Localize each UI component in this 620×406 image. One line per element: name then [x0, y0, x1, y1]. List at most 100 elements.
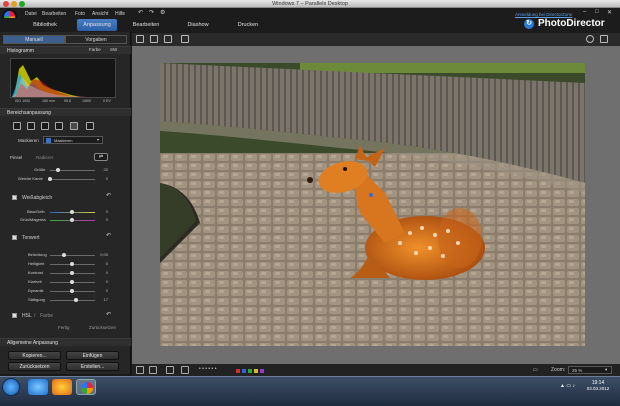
- tab-drucken[interactable]: Drucken: [230, 19, 266, 31]
- menu-datei[interactable]: Datei: [25, 11, 37, 17]
- menu-ansicht[interactable]: Ansicht: [92, 11, 108, 17]
- feather-slider-handle[interactable]: [48, 177, 52, 181]
- tab-anpassung[interactable]: Anpassung: [77, 19, 117, 31]
- mask-color-swatch: [46, 138, 51, 143]
- register-link[interactable]: Anmeldung bei DirectorZone: [515, 12, 572, 17]
- hsl-color-tab[interactable]: Farbe: [40, 313, 53, 319]
- flag-green-icon[interactable]: [248, 369, 252, 373]
- panel-tab-manual[interactable]: Manuell: [3, 35, 65, 44]
- tone-slider-handle[interactable]: [70, 271, 74, 275]
- flag-purple-icon[interactable]: [260, 369, 264, 373]
- single-person-icon[interactable]: [136, 366, 144, 374]
- tone-slider-value: 17: [103, 297, 108, 302]
- histo-shutter: 1/800: [82, 99, 91, 103]
- menu-bearbeiten[interactable]: Bearbeiten: [42, 11, 66, 17]
- reset-link[interactable]: Zurücksetzen: [89, 325, 116, 330]
- zoom-tool-icon[interactable]: [586, 35, 594, 43]
- copy-button[interactable]: Kopieren...: [8, 351, 61, 360]
- tone-slider-value: 0: [105, 279, 108, 284]
- zoom-select[interactable]: 25 % ▾: [568, 366, 612, 374]
- navigator-icon[interactable]: ▭: [533, 367, 538, 373]
- hand-tool-icon[interactable]: [600, 35, 608, 43]
- grid-view-icon[interactable]: [164, 35, 172, 43]
- global-header[interactable]: Allgemeine Anpassung: [0, 338, 131, 346]
- wb-blue-yellow-handle[interactable]: [70, 210, 74, 214]
- tone-slider-handle[interactable]: [70, 289, 74, 293]
- reset-button[interactable]: Zurücksetzen: [8, 362, 61, 371]
- window-title: Windows 7 – Parallels Desktop: [272, 1, 348, 7]
- tone-slider[interactable]: [50, 300, 95, 301]
- brush-icon[interactable]: [55, 122, 63, 130]
- paste-button[interactable]: Einfügen: [66, 351, 119, 360]
- hsl-title[interactable]: HSL: [22, 313, 32, 319]
- tab-bearbeiten[interactable]: Bearbeiten: [128, 19, 164, 31]
- tray-icons[interactable]: ▲ ▭ ♪: [560, 383, 575, 389]
- tone-slider-value: 0,00: [100, 252, 108, 257]
- wb-green-magenta-value: 0: [105, 217, 108, 222]
- histo-ev: 0 EV: [103, 99, 111, 103]
- edit-pen-icon[interactable]: [181, 366, 189, 374]
- photodirector-taskbar-icon[interactable]: [76, 379, 96, 395]
- menu-hilfe[interactable]: Hilfe: [115, 11, 125, 17]
- flag-blue-icon[interactable]: [242, 369, 246, 373]
- minimize-app-icon[interactable]: –: [583, 9, 586, 15]
- firefox-icon[interactable]: [52, 379, 72, 395]
- maximize-app-icon[interactable]: □: [595, 9, 599, 15]
- group-people-icon[interactable]: [149, 366, 157, 374]
- feather-value: 0: [105, 176, 108, 181]
- tone-reset-icon[interactable]: ↶: [106, 232, 111, 239]
- adjustment-brush-icon[interactable]: [70, 122, 78, 130]
- rotate-icon[interactable]: [166, 366, 174, 374]
- eraser-mode[interactable]: Radierer: [36, 155, 53, 160]
- redo-icon[interactable]: ↷: [149, 9, 154, 16]
- start-button-icon[interactable]: [2, 378, 20, 396]
- compare-view-icon[interactable]: [150, 35, 158, 43]
- wb-reset-icon[interactable]: ↶: [106, 192, 111, 199]
- histogram-graph: [10, 58, 116, 98]
- wb-green-magenta-handle[interactable]: [70, 218, 74, 222]
- done-link[interactable]: Fertig: [58, 325, 70, 330]
- zoom-value: 25 %: [572, 368, 583, 373]
- mask-select[interactable]: Maskieren ▾: [43, 136, 103, 144]
- tone-slider-handle[interactable]: [62, 253, 66, 257]
- hsl-checkbox[interactable]: [12, 313, 17, 318]
- full-view-icon[interactable]: [136, 35, 144, 43]
- histogram-mode-color[interactable]: Farbe: [89, 47, 101, 52]
- menu-foto[interactable]: Foto: [75, 11, 85, 17]
- panel-tab-presets[interactable]: Vorgaben: [65, 35, 127, 44]
- chevron-down-icon: ▾: [605, 367, 608, 372]
- tab-diashow[interactable]: Diashow: [180, 19, 216, 31]
- tone-slider-handle[interactable]: [70, 262, 74, 266]
- photo-image[interactable]: [160, 63, 585, 346]
- close-app-icon[interactable]: ✕: [607, 9, 612, 16]
- rating-stars[interactable]: • • • • • •: [199, 366, 216, 372]
- feather-slider[interactable]: [50, 179, 95, 180]
- wb-title[interactable]: Weißabgleich: [22, 195, 52, 201]
- cyberlink-logo-icon: [81, 382, 93, 394]
- tab-bibliothek[interactable]: Bibliothek: [27, 19, 63, 31]
- spot-removal-icon[interactable]: [27, 122, 35, 130]
- graduated-filter-icon[interactable]: [13, 122, 21, 130]
- undo-icon[interactable]: ↶: [138, 9, 143, 16]
- internet-explorer-icon[interactable]: [28, 379, 48, 395]
- regional-header[interactable]: Bereichsanpassung: [0, 108, 131, 116]
- create-button[interactable]: Erstellen...: [66, 362, 119, 371]
- red-eye-icon[interactable]: [41, 122, 49, 130]
- tone-checkbox[interactable]: [12, 235, 17, 240]
- flag-red-icon[interactable]: [236, 369, 240, 373]
- crop-icon[interactable]: [86, 122, 94, 130]
- tone-slider-handle[interactable]: [74, 298, 78, 302]
- swap-brush-icon[interactable]: ⇄: [94, 153, 108, 161]
- tone-slider[interactable]: [50, 255, 95, 256]
- brush-mode[interactable]: Pinsel: [10, 155, 22, 160]
- clock[interactable]: 19:14 03.03.2012: [586, 380, 610, 391]
- flag-yellow-icon[interactable]: [254, 369, 258, 373]
- settings-gear-icon[interactable]: ⚙: [160, 9, 165, 16]
- tone-slider-handle[interactable]: [70, 280, 74, 284]
- wb-checkbox[interactable]: [12, 195, 17, 200]
- size-slider-handle[interactable]: [56, 168, 60, 172]
- histogram-mode-bw[interactable]: SW: [110, 47, 117, 52]
- screen-view-icon[interactable]: [181, 35, 189, 43]
- hsl-reset-icon[interactable]: ↶: [106, 311, 111, 318]
- tone-title[interactable]: Tonwert: [22, 235, 40, 241]
